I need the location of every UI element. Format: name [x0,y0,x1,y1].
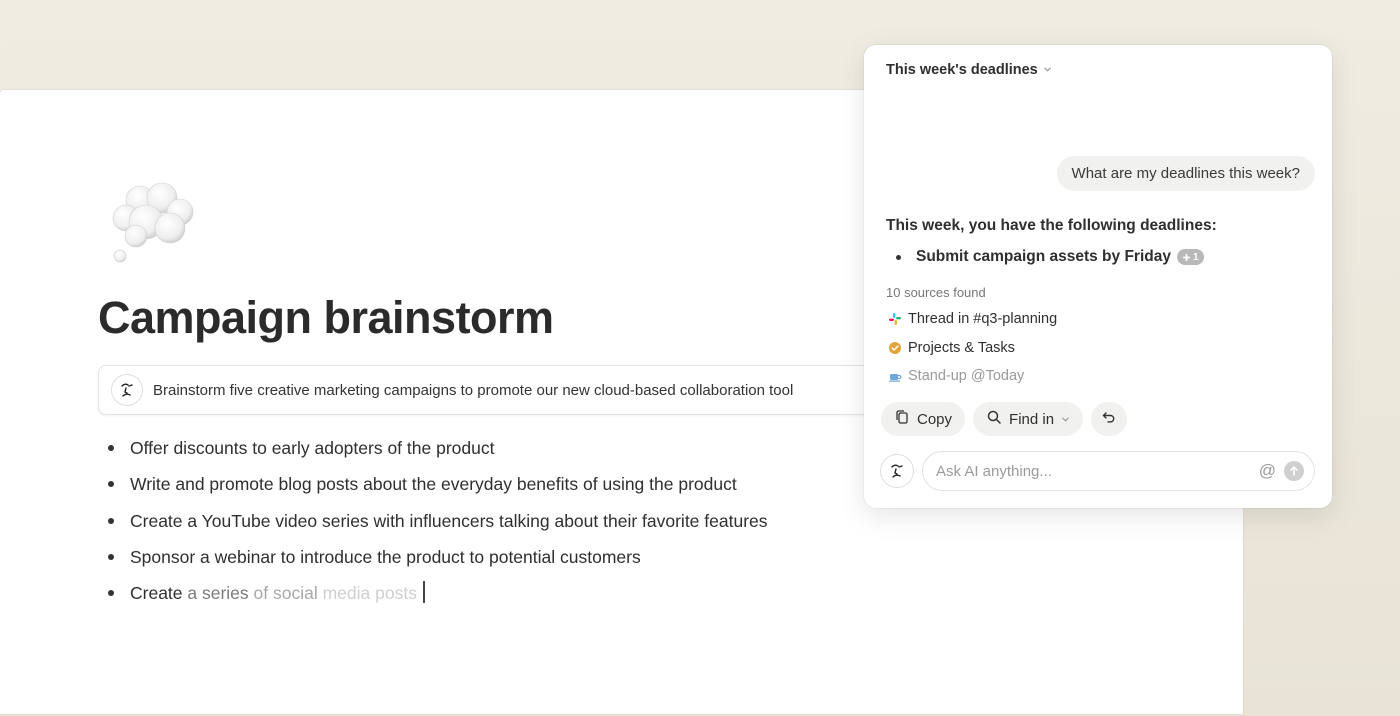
source-label: Projects & Tasks [908,340,1015,356]
streaming-list-item[interactable]: Create a series of social media posts [106,575,768,611]
text-cursor [422,581,425,604]
streaming-text-fading: of social [248,583,318,604]
user-message: What are my deadlines this week? [1056,156,1315,191]
page-title[interactable]: Campaign brainstorm [98,292,554,344]
send-button[interactable] [1284,461,1304,481]
source-label: Thread in #q3-planning [908,311,1058,327]
source-item[interactable]: Thread in #q3-planning [888,311,1057,327]
ask-ai-input[interactable]: Ask AI anything... @ [922,451,1315,491]
streaming-text-fading: a series [182,583,249,604]
answer-actions: Copy Find in [881,402,1128,436]
conversation-title-dropdown[interactable]: This week's deadlines [886,62,1052,78]
slack-icon [1182,253,1191,261]
conversation-title: This week's deadlines [886,62,1038,78]
ai-answer-item: Submit campaign assets by Friday 1 [896,248,1204,266]
bullet-list: Offer discounts to early adopters of the… [106,430,768,611]
streaming-text-fading: media posts [317,583,417,604]
ai-face-icon [111,374,143,406]
chevron-down-icon [1061,411,1070,428]
copy-button[interactable]: Copy [881,402,966,436]
check-badge-icon [888,341,902,355]
thought-bubble-icon[interactable] [110,178,200,266]
copy-icon [894,409,910,429]
mention-at-icon[interactable]: @ [1259,461,1276,481]
ask-ai-placeholder: Ask AI anything... [936,462,1052,480]
source-label: Stand-up @Today [908,368,1025,384]
ai-answer-intro: This week, you have the following deadli… [886,217,1217,234]
chevron-down-icon [1043,62,1052,78]
citation-badge[interactable]: 1 [1176,249,1204,265]
undo-button[interactable] [1091,402,1128,436]
undo-icon [1101,409,1117,429]
coffee-icon [888,369,902,383]
sources-count: 10 sources found [886,285,986,300]
slack-icon [888,312,902,326]
ask-ai-row: Ask AI anything... @ [880,451,1315,491]
search-icon [986,409,1002,429]
bullet-dot [896,254,901,260]
ai-prompt-block[interactable]: Brainstorm five creative marketing campa… [98,365,888,415]
ai-chat-panel: This week's deadlines What are my deadli… [864,45,1332,508]
ai-face-icon [880,454,914,488]
arrow-up-icon [1290,465,1298,476]
list-item[interactable]: Offer discounts to early adopters of the… [106,430,768,466]
prompt-text: Brainstorm five creative marketing campa… [153,381,794,399]
find-in-button[interactable]: Find in [973,402,1084,436]
find-in-label: Find in [1009,410,1055,428]
citation-count: 1 [1192,251,1199,263]
source-item[interactable]: Stand-up @Today [888,368,1024,384]
streaming-text: Create [130,583,183,604]
copy-label: Copy [917,410,953,428]
list-item[interactable]: Create a YouTube video series with influ… [106,503,768,539]
list-item[interactable]: Sponsor a webinar to introduce the produ… [106,539,768,575]
answer-item-text: Submit campaign assets by Friday [916,248,1171,265]
source-item[interactable]: Projects & Tasks [888,340,1015,356]
list-item[interactable]: Write and promote blog posts about the e… [106,466,768,502]
